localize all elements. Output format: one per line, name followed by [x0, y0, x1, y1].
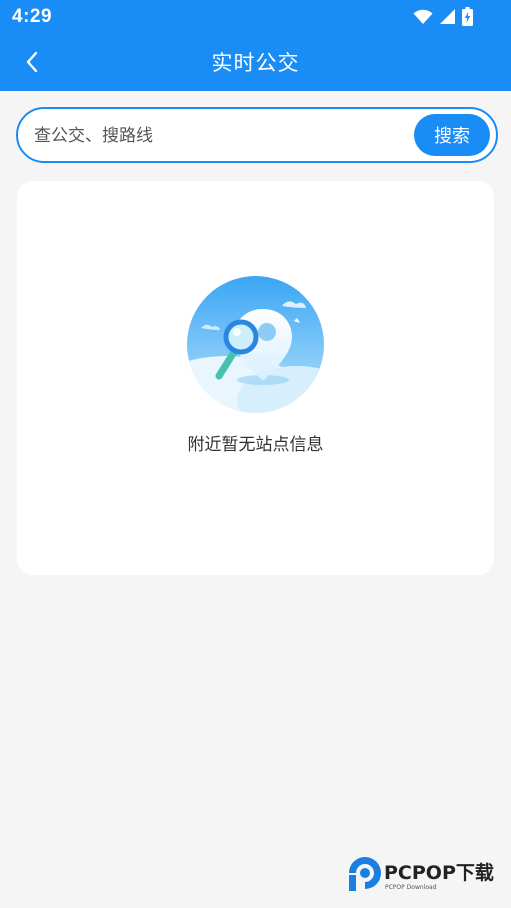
- status-time: 4:29: [12, 6, 53, 27]
- status-bar: 4:29: [0, 0, 511, 34]
- svg-text:PCPOP下载: PCPOP下载: [384, 861, 494, 884]
- map-pin-search-illustration: [187, 276, 324, 413]
- pcpop-watermark-logo: PCPOP下载 PCPOP Download: [349, 857, 494, 891]
- page-title: 实时公交: [211, 51, 300, 75]
- empty-state-message: 附近暂无站点信息: [187, 435, 324, 455]
- wifi-icon: [413, 9, 433, 24]
- cell-signal-icon: [440, 9, 455, 24]
- top-bar: 4:29 实时公交: [0, 0, 511, 91]
- search-bar: 搜索: [16, 107, 498, 163]
- stations-card: 附近暂无站点信息: [17, 181, 494, 575]
- search-button[interactable]: 搜索: [414, 114, 490, 156]
- status-icons: [413, 7, 473, 26]
- screen: 4:29 实时公交 查公交、搜路线 搜索 附近暂无站点信息 PCPOP下载 PC…: [0, 0, 511, 908]
- battery-charging-icon: [462, 7, 473, 26]
- svg-text:PCPOP Download: PCPOP Download: [385, 884, 437, 891]
- app-bar: 实时公交: [0, 34, 511, 91]
- search-input[interactable]: [34, 121, 394, 151]
